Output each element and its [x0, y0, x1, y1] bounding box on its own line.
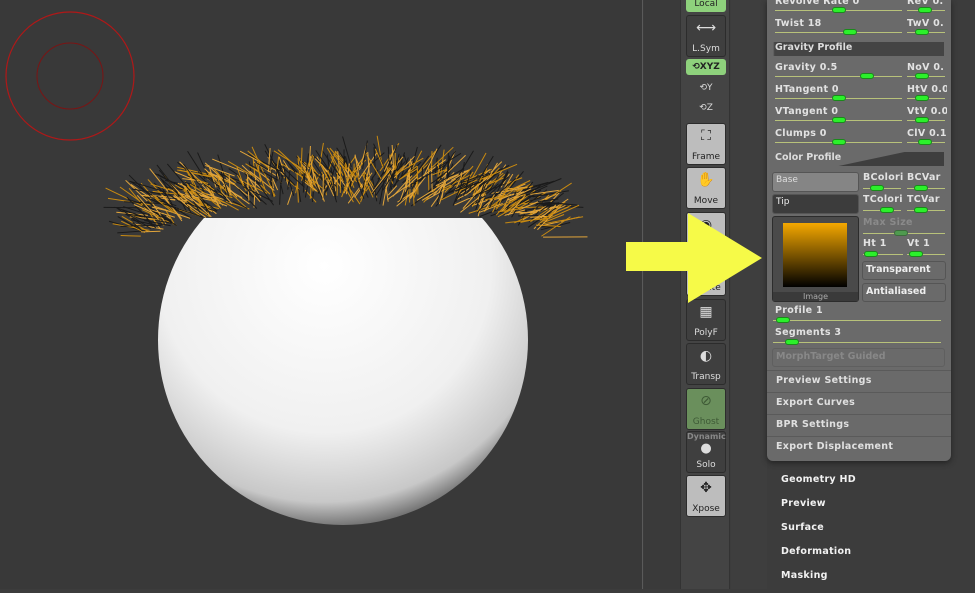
bcolori-knob[interactable]: [870, 185, 884, 191]
xpose-icon: ✥: [687, 480, 725, 496]
image-label: Image: [773, 292, 858, 301]
sub-slider-knob[interactable]: [915, 117, 929, 123]
slider-knob[interactable]: [860, 73, 874, 79]
slider-knob[interactable]: [832, 117, 846, 123]
max-size-knob[interactable]: [894, 230, 908, 236]
xpose-button[interactable]: ✥Xpose: [686, 475, 726, 517]
rotate-z-button[interactable]: ⟲Z: [686, 100, 726, 116]
section-export-displacement[interactable]: Export Displacement: [767, 436, 951, 458]
vt-knob[interactable]: [909, 251, 923, 257]
slider-knob[interactable]: [832, 139, 846, 145]
menu-geometry-hd[interactable]: Geometry HD: [781, 474, 856, 485]
hair-strand: [428, 164, 429, 191]
hair-strand: [422, 167, 423, 180]
symmetry-icon: ⟷: [687, 20, 725, 36]
menu-preview[interactable]: Preview: [781, 498, 826, 509]
slider-label: Revolve Rate 0: [775, 0, 860, 7]
sub-slider-knob[interactable]: [918, 7, 932, 13]
sub-slider-label: ReV 0.: [907, 0, 947, 7]
profile-track[interactable]: [773, 320, 941, 321]
bcolori-label: BColori: [863, 172, 904, 183]
ghost-button[interactable]: ⊘Ghost: [686, 388, 726, 430]
max-size-label: Max Size: [863, 217, 913, 228]
slider-knob[interactable]: [843, 29, 857, 35]
slider-track[interactable]: [775, 76, 902, 77]
xyz-button[interactable]: ⟲XYZ: [686, 59, 726, 75]
segments-knob[interactable]: [785, 339, 799, 345]
menu-deformation[interactable]: Deformation: [781, 546, 851, 557]
image-swatch[interactable]: Image: [772, 216, 859, 302]
solo-icon: ●: [687, 441, 725, 456]
morph-target-guided-button[interactable]: MorphTarget Guided: [772, 348, 945, 367]
frame-icon: ⛶: [687, 128, 725, 144]
move-button[interactable]: ✋Move: [686, 167, 726, 209]
transparency-icon: ◐: [687, 348, 725, 364]
sub-slider-knob[interactable]: [915, 29, 929, 35]
sub-slider-label: HtV 0.0: [907, 84, 947, 95]
bcvar-label: BCVar: [907, 172, 941, 183]
slider-track[interactable]: [775, 32, 902, 33]
hair-strand: [121, 235, 141, 236]
tcolori-label: TColori: [863, 194, 903, 205]
color-gradient: [783, 223, 847, 287]
section-export-curves[interactable]: Export Curves: [767, 392, 951, 414]
transparent-button[interactable]: Transparent: [862, 261, 946, 280]
bcvar-knob[interactable]: [914, 185, 928, 191]
fibermesh-panel: Revolve Rate 0 ReV 0. Twist 18 TwV 0. Gravit…: [767, 0, 951, 461]
rotate-y-button[interactable]: ⟲Y: [686, 80, 726, 96]
slider-label: VTangent 0: [775, 106, 838, 117]
slider-label: Gravity 0.5: [775, 62, 838, 73]
slider-knob[interactable]: [832, 95, 846, 101]
brush-inner-circle: [37, 43, 103, 109]
tcolori-knob[interactable]: [880, 207, 894, 213]
ht-knob[interactable]: [864, 251, 878, 257]
viewport-canvas[interactable]: [0, 0, 643, 589]
scene: [0, 0, 643, 589]
hair-strand: [120, 225, 161, 226]
profile-label: Profile 1: [775, 305, 823, 316]
sub-slider-label: NoV 0.: [907, 62, 947, 73]
tcvar-knob[interactable]: [914, 207, 928, 213]
hair-strand: [141, 231, 160, 232]
yellow-arrow-annotation: [626, 213, 766, 303]
profile-knob[interactable]: [776, 317, 790, 323]
hair-strand: [516, 207, 544, 208]
local-button[interactable]: Local: [686, 0, 726, 12]
slider-label: Twist 18: [775, 18, 822, 29]
lsym-button[interactable]: ⟷L.Sym: [686, 15, 726, 57]
section-preview-settings[interactable]: Preview Settings: [767, 370, 951, 392]
hair-strand: [272, 170, 273, 197]
sub-slider-label: TwV 0.: [907, 18, 947, 29]
menu-masking[interactable]: Masking: [781, 570, 828, 581]
ht-label: Ht 1: [863, 238, 887, 249]
sub-slider-knob[interactable]: [918, 139, 932, 145]
transp-button[interactable]: ◐Transp: [686, 343, 726, 385]
solo-button[interactable]: Dynamic●Solo: [686, 431, 726, 473]
antialiased-button[interactable]: Antialiased: [862, 283, 946, 302]
slider-label: Clumps 0: [775, 128, 827, 139]
sub-slider-knob[interactable]: [915, 73, 929, 79]
sub-slider-label: ClV 0.1: [907, 128, 947, 139]
segments-label: Segments 3: [775, 327, 841, 338]
hand-icon: ✋: [687, 172, 725, 188]
frame-button[interactable]: ⛶Frame: [686, 123, 726, 165]
base-color-button[interactable]: Base: [772, 172, 859, 192]
vt-label: Vt 1: [907, 238, 930, 249]
ghost-icon: ⊘: [687, 393, 725, 409]
hair-strand: [323, 174, 324, 200]
tip-color-button[interactable]: Tip: [772, 194, 859, 214]
sub-slider-knob[interactable]: [915, 95, 929, 101]
section-bpr-settings[interactable]: BPR Settings: [767, 414, 951, 436]
brush-outer-circle: [6, 12, 134, 140]
slider-label: HTangent 0: [775, 84, 839, 95]
tcvar-label: TCVar: [907, 194, 940, 205]
grid-icon: ▦: [687, 304, 725, 320]
sub-slider-label: VtV 0.0: [907, 106, 947, 117]
gravity-profile-curve[interactable]: Gravity Profile: [773, 42, 944, 56]
polyf-button[interactable]: ▦PolyF: [686, 299, 726, 341]
menu-surface[interactable]: Surface: [781, 522, 824, 533]
slider-knob[interactable]: [832, 7, 846, 13]
color-profile-curve[interactable]: Color Profile: [773, 152, 944, 166]
